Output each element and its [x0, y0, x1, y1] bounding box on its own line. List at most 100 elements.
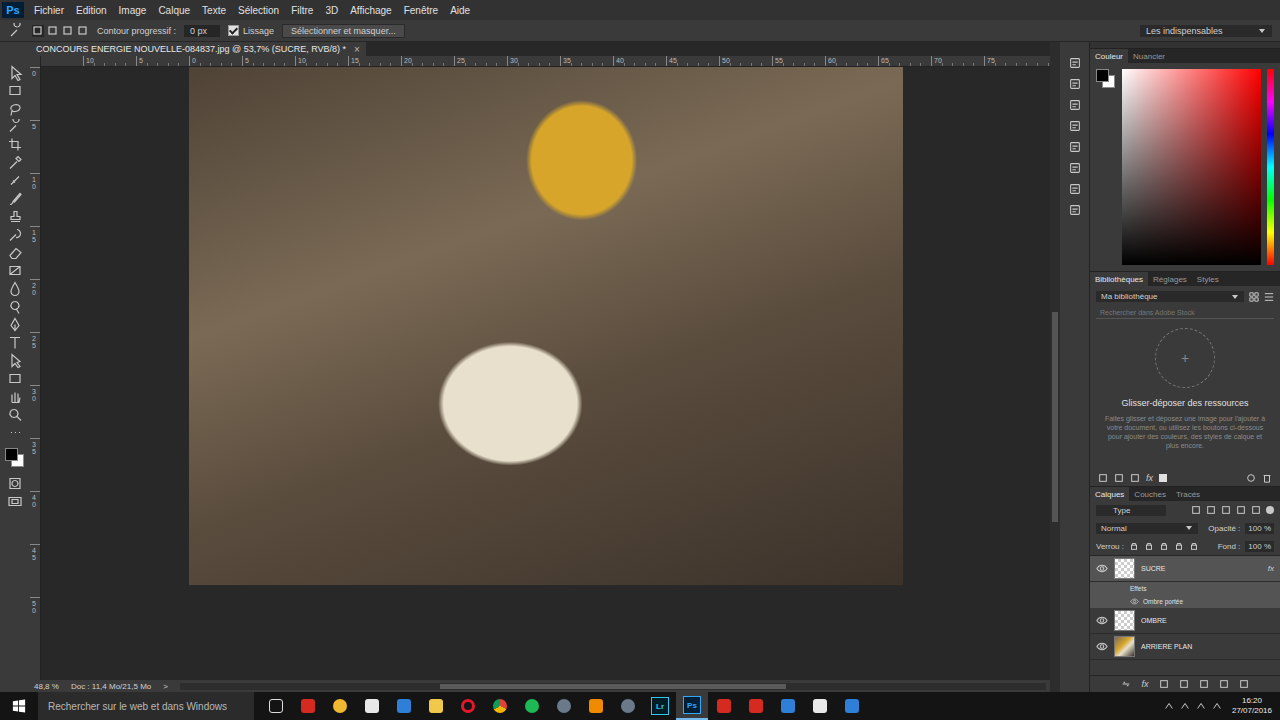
layer-row[interactable]: ARRIERE PLAN: [1090, 634, 1280, 660]
add-style-button[interactable]: fx: [1146, 473, 1153, 483]
rectangle-tool-icon[interactable]: [7, 370, 23, 387]
visibility-eye-icon[interactable]: [1096, 616, 1108, 625]
zoom-level[interactable]: 48,8 %: [34, 682, 59, 691]
quick-selection-icon[interactable]: [8, 23, 24, 39]
add-asset-button[interactable]: +: [1155, 328, 1215, 388]
panel-tab[interactable]: Calques: [1090, 487, 1129, 501]
quick-selection-tool-icon[interactable]: [7, 118, 23, 135]
spotify-icon[interactable]: [516, 692, 548, 720]
delete-icon[interactable]: [1262, 473, 1272, 483]
antivirus-icon[interactable]: [292, 692, 324, 720]
path-selection-tool-icon[interactable]: [7, 352, 23, 369]
photoshop-icon[interactable]: Ps: [676, 692, 708, 720]
eyedropper-tool-icon[interactable]: [7, 154, 23, 171]
add-color-button[interactable]: [1159, 474, 1167, 482]
pen-tool-icon[interactable]: [7, 316, 23, 333]
norton-icon[interactable]: [324, 692, 356, 720]
zoom-tool-icon[interactable]: [7, 406, 23, 423]
intersect-selection-icon[interactable]: [77, 25, 89, 37]
dodge-tool-icon[interactable]: [7, 298, 23, 315]
pixel-filter-icon[interactable]: [1191, 505, 1201, 515]
swatch-icon[interactable]: [1068, 161, 1082, 175]
effects-row[interactable]: Effets: [1090, 582, 1280, 595]
vlc-icon[interactable]: [580, 692, 612, 720]
antialias-checkbox[interactable]: Lissage: [228, 25, 274, 36]
adjust-icon[interactable]: [1068, 98, 1082, 112]
windows-start-icon[interactable]: [0, 699, 38, 713]
mask-icon[interactable]: [1159, 679, 1169, 689]
character-icon[interactable]: [1068, 182, 1082, 196]
gradient-tool-icon[interactable]: [7, 262, 23, 279]
volume-icon[interactable]: [1196, 701, 1206, 711]
drop-zone[interactable]: + Glisser-déposer des ressources Faites …: [1090, 322, 1280, 470]
foreground-color-swatch[interactable]: [5, 448, 18, 461]
feather-field[interactable]: 0 px: [184, 25, 220, 37]
marquee-tool-icon[interactable]: [7, 82, 23, 99]
add-text-icon[interactable]: [1114, 473, 1124, 483]
adjust-filter-icon[interactable]: [1206, 505, 1216, 515]
subtract-selection-icon[interactable]: [62, 25, 74, 37]
delete-icon[interactable]: [1239, 679, 1249, 689]
vertical-scrollbar[interactable]: [1050, 42, 1060, 692]
add-selection-icon[interactable]: [47, 25, 59, 37]
layer-effects-badge[interactable]: fx: [1268, 564, 1280, 573]
history-icon[interactable]: [1068, 56, 1082, 70]
clock[interactable]: 16:20 27/07/2016: [1228, 696, 1272, 715]
layer-filter-dropdown[interactable]: Type: [1096, 505, 1166, 516]
smart-filter-icon[interactable]: [1251, 505, 1261, 515]
quick-mask-icon[interactable]: [7, 475, 23, 492]
lock-paint-icon[interactable]: [1144, 541, 1154, 551]
adjustment-icon[interactable]: [1179, 679, 1189, 689]
lock-all-icon[interactable]: [1189, 541, 1199, 551]
menu-item[interactable]: Fichier: [28, 5, 70, 16]
stamp-tool-icon[interactable]: [7, 208, 23, 225]
panel-tab[interactable]: Couches: [1129, 487, 1171, 501]
layer-row[interactable]: OMBRE: [1090, 608, 1280, 634]
add-graphic-icon[interactable]: [1098, 473, 1108, 483]
more-tool-icon[interactable]: [7, 424, 23, 441]
blend-mode-dropdown[interactable]: Normal: [1096, 523, 1198, 534]
document-tab[interactable]: CONCOURS ENERGIE NOUVELLE-084837.jpg @ 5…: [30, 42, 366, 56]
lock-artboard-icon[interactable]: [1174, 541, 1184, 551]
grid-view-icon[interactable]: [1249, 292, 1259, 302]
menu-item[interactable]: Fenêtre: [398, 5, 444, 16]
lock-pixels-icon[interactable]: [1129, 541, 1139, 551]
vpn-icon[interactable]: [836, 692, 868, 720]
panel-tab[interactable]: Bibliothèques: [1090, 272, 1148, 286]
menu-item[interactable]: 3D: [319, 5, 344, 16]
notepad-icon[interactable]: [804, 692, 836, 720]
layer-row[interactable]: SUCRE fx: [1090, 556, 1280, 582]
group-icon[interactable]: [1199, 679, 1209, 689]
horizontal-scrollbar[interactable]: [180, 683, 1046, 690]
info-icon[interactable]: [1068, 119, 1082, 133]
task-view-icon[interactable]: [260, 692, 292, 720]
visibility-eye-icon[interactable]: [1096, 564, 1108, 573]
menu-item[interactable]: Filtre: [285, 5, 319, 16]
folder-icon[interactable]: [420, 692, 452, 720]
filezilla-icon[interactable]: [740, 692, 772, 720]
list-view-icon[interactable]: [1264, 292, 1274, 302]
store-icon[interactable]: [356, 692, 388, 720]
checkbox-box[interactable]: [228, 25, 239, 36]
photo-canvas[interactable]: [189, 67, 903, 585]
sync-icon[interactable]: [1246, 473, 1256, 483]
close-tab-button[interactable]: ×: [354, 44, 360, 55]
menu-item[interactable]: Affichage: [344, 5, 398, 16]
healing-tool-icon[interactable]: [7, 172, 23, 189]
lasso-tool-icon[interactable]: [7, 100, 23, 117]
notifications-icon[interactable]: [1212, 701, 1222, 711]
color-field[interactable]: [1122, 69, 1261, 265]
status-menu-arrow[interactable]: >: [163, 682, 168, 691]
menu-item[interactable]: Image: [113, 5, 153, 16]
panel-tab[interactable]: Couleur: [1090, 49, 1128, 63]
eraser-tool-icon[interactable]: [7, 244, 23, 261]
shape-filter-icon[interactable]: [1236, 505, 1246, 515]
new-selection-icon[interactable]: [32, 25, 44, 37]
up-arrow-icon[interactable]: [1164, 701, 1174, 711]
chrome-icon[interactable]: [484, 692, 516, 720]
hue-slider[interactable]: [1267, 69, 1274, 265]
opera-icon[interactable]: [452, 692, 484, 720]
lock-move-icon[interactable]: [1159, 541, 1169, 551]
foreground-color-swatch[interactable]: [1096, 69, 1109, 82]
crop-tool-icon[interactable]: [7, 136, 23, 153]
